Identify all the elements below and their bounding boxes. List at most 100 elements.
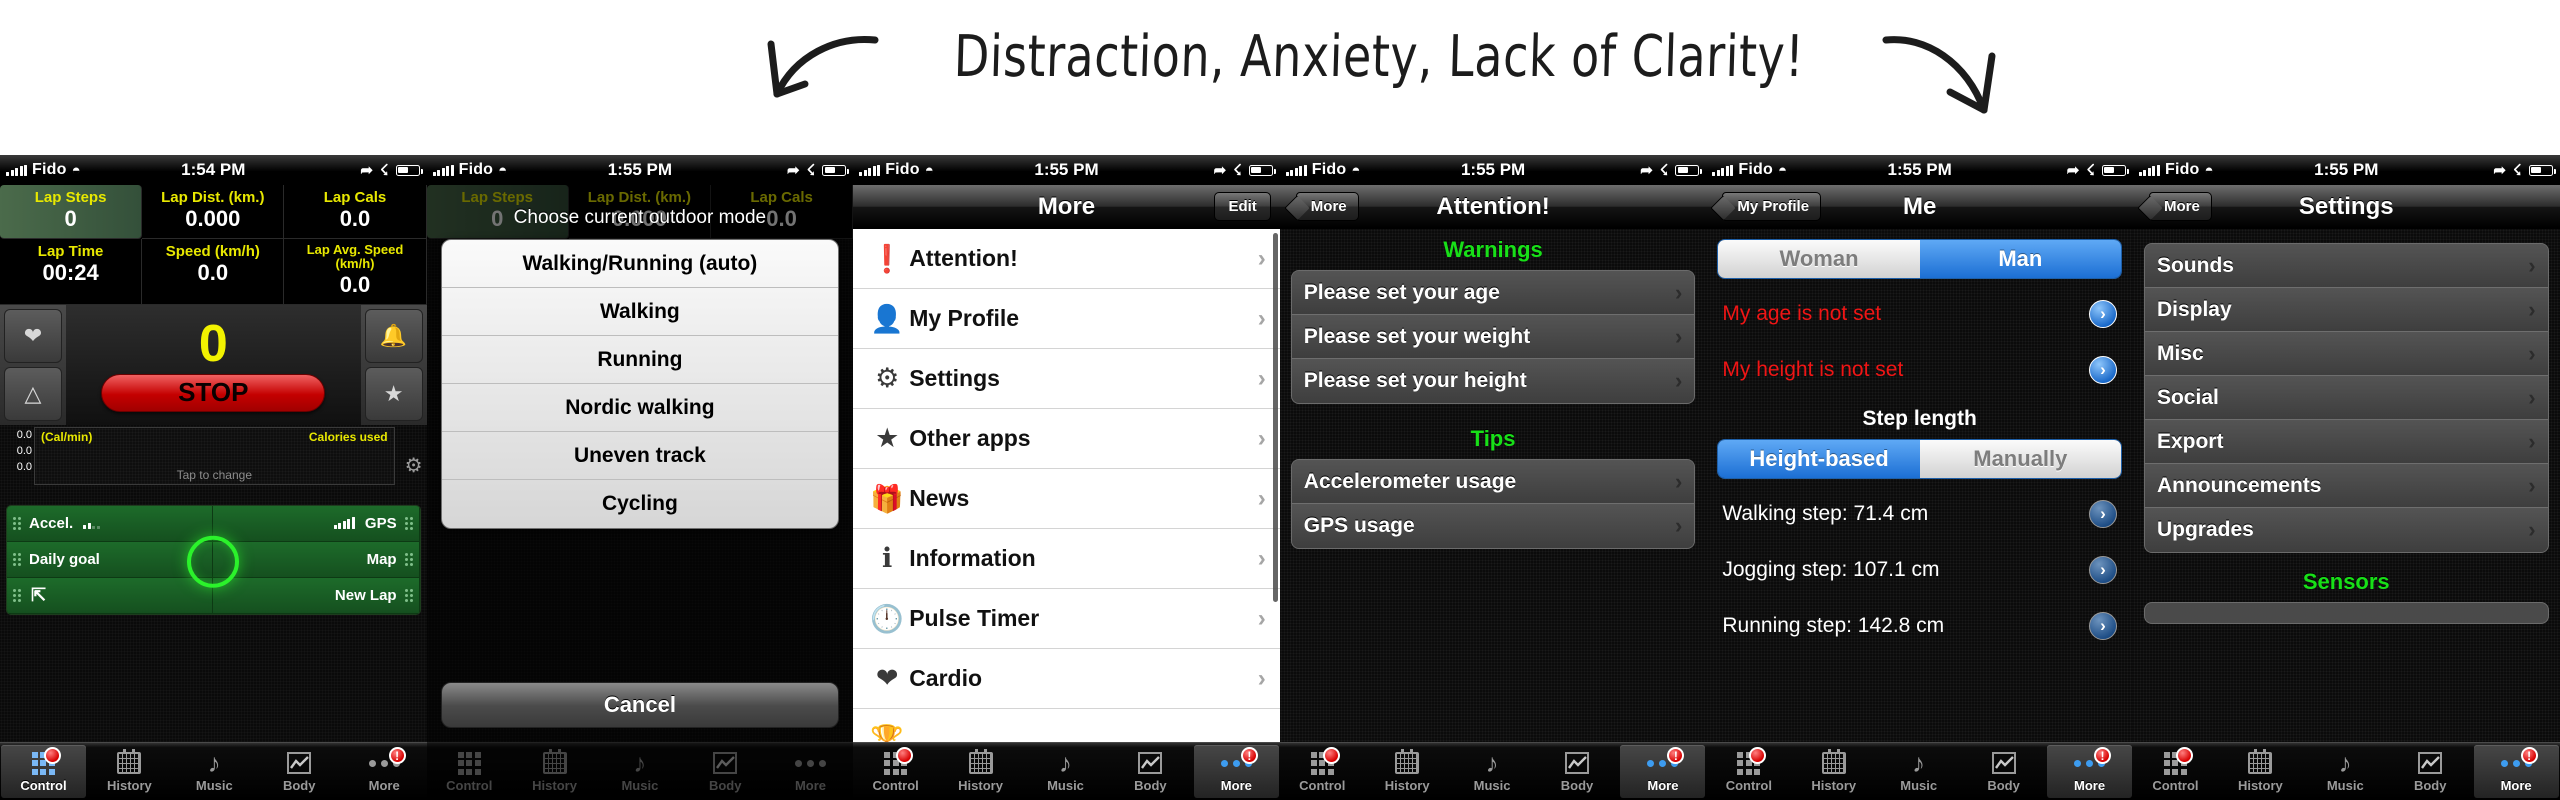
tab-more[interactable]: ! More: [1193, 745, 1279, 798]
tab-body[interactable]: Body: [257, 743, 342, 800]
list-item[interactable]: Accelerometer usage ›: [1291, 460, 1695, 504]
jogging-step-row[interactable]: Jogging step: 107.1 cm ›: [1706, 547, 2133, 593]
list-item[interactable]: GPS usage ›: [1291, 504, 1695, 548]
tab-more[interactable]: ! More: [1620, 745, 1706, 798]
list-item[interactable]: Social ›: [2144, 376, 2548, 420]
sheet-option[interactable]: Cycling: [442, 480, 839, 528]
list-item[interactable]: Please set your age ›: [1291, 271, 1695, 315]
tab-body[interactable]: Body: [1961, 743, 2046, 800]
gender-segmented-control[interactable]: Woman Man: [1717, 239, 2122, 279]
sheet-option[interactable]: Nordic walking: [441, 384, 839, 432]
list-item[interactable]: 🕛 Pulse Timer ›: [853, 589, 1280, 649]
bell-icon[interactable]: 🔔: [364, 308, 423, 363]
lap-cell[interactable]: Lap Avg. Speed (km/h) 0.0: [284, 238, 427, 305]
list-item[interactable]: ❤ Cardio ›: [853, 649, 1280, 709]
scrollbar[interactable]: [1272, 233, 1278, 603]
new-lap-cell[interactable]: New Lap: [213, 577, 420, 614]
calorie-chart-area[interactable]: 0.0 0.0 0.0 (Cal/min) Calories used Tap …: [0, 426, 427, 497]
list-item[interactable]: ❗ Attention! ›: [853, 229, 1280, 289]
tab-history[interactable]: History: [1365, 743, 1450, 800]
calorie-chart[interactable]: (Cal/min) Calories used Tap to change: [34, 426, 395, 485]
tab-music[interactable]: ♪ Music: [597, 743, 682, 800]
list-item[interactable]: ⚙ Settings ›: [853, 349, 1280, 409]
tab-more[interactable]: ! More: [2473, 745, 2559, 798]
lap-cell[interactable]: Lap Dist. (km.) 0.000: [142, 185, 285, 239]
tab-history[interactable]: History: [938, 743, 1023, 800]
back-button[interactable]: My Profile: [1722, 192, 1822, 221]
tab-body[interactable]: Body: [683, 743, 768, 800]
bell-star-icon[interactable]: ★: [364, 366, 423, 421]
tab-music[interactable]: ♪ Music: [1023, 743, 1108, 800]
list-item[interactable]: Sounds ›: [2144, 244, 2548, 288]
chevron-right-icon[interactable]: ›: [2088, 556, 2117, 584]
segment-woman[interactable]: Woman: [1718, 240, 1920, 278]
sheet-option[interactable]: Walking/Running (auto): [441, 240, 839, 288]
list-item[interactable]: ℹ Information ›: [853, 529, 1280, 589]
lap-cell[interactable]: Lap Steps 0: [0, 185, 143, 239]
tab-history[interactable]: History: [87, 743, 172, 800]
tab-control[interactable]: Control: [1280, 743, 1365, 800]
age-warning-row[interactable]: My age is not set ›: [1706, 291, 2133, 337]
gps-cell[interactable]: GPS: [213, 505, 420, 542]
heart-icon[interactable]: ❤: [4, 308, 62, 363]
list-item-label: Misc: [2156, 341, 2204, 365]
daily-goal-cell[interactable]: Daily goal: [7, 541, 214, 578]
height-warning-row[interactable]: My height is not set ›: [1706, 347, 2133, 393]
segment-man[interactable]: Man: [1919, 240, 2121, 278]
list-item-partial[interactable]: 🏆: [853, 709, 1280, 742]
tab-control[interactable]: Control: [1, 745, 86, 798]
tab-more[interactable]: ! More: [342, 743, 427, 800]
lap-cell[interactable]: Speed (km/h) 0.0: [142, 238, 285, 305]
accel-cell[interactable]: Accel.: [7, 505, 214, 542]
tab-control[interactable]: Control: [427, 743, 512, 800]
tab-music[interactable]: ♪ Music: [1876, 743, 1961, 800]
sheet-option[interactable]: Walking: [441, 288, 839, 336]
stop-button[interactable]: STOP: [101, 373, 326, 412]
tab-control[interactable]: Control: [2133, 743, 2218, 800]
tab-body[interactable]: Body: [1108, 743, 1193, 800]
map-cell[interactable]: Map: [213, 541, 420, 578]
back-button[interactable]: More: [2148, 192, 2212, 221]
edit-button[interactable]: Edit: [1214, 192, 1271, 221]
list-item[interactable]: Display ›: [2144, 288, 2548, 332]
tab-more[interactable]: More: [768, 743, 853, 800]
list-item[interactable]: Please set your height ›: [1291, 359, 1695, 403]
chevron-right-icon[interactable]: ›: [2088, 300, 2117, 328]
list-item[interactable]: 👤 My Profile ›: [853, 289, 1280, 349]
tab-body[interactable]: Body: [2388, 743, 2473, 800]
metronome-icon[interactable]: △: [4, 366, 62, 421]
tab-control[interactable]: Control: [1706, 743, 1791, 800]
list-item[interactable]: ★ Other apps ›: [853, 409, 1280, 469]
running-step-row[interactable]: Running step: 142.8 cm ›: [1706, 603, 2133, 649]
list-item[interactable]: Export ›: [2144, 420, 2548, 464]
gear-icon[interactable]: ⚙: [405, 453, 423, 478]
tab-history[interactable]: History: [512, 743, 597, 800]
tab-history[interactable]: History: [2218, 743, 2303, 800]
list-item[interactable]: Announcements ›: [2144, 464, 2548, 508]
step-length-segmented-control[interactable]: Height-based Manually: [1717, 439, 2122, 479]
tab-music[interactable]: ♪ Music: [1450, 743, 1535, 800]
tab-music[interactable]: ♪ Music: [172, 743, 257, 800]
chevron-right-icon[interactable]: ›: [2088, 356, 2117, 384]
tab-control[interactable]: Control: [853, 743, 938, 800]
list-item[interactable]: Misc ›: [2144, 332, 2548, 376]
list-item[interactable]: 🎁 News ›: [853, 469, 1280, 529]
lap-cell[interactable]: Lap Cals 0.0: [284, 185, 427, 239]
chevron-right-icon[interactable]: ›: [2088, 500, 2117, 528]
tab-history[interactable]: History: [1791, 743, 1876, 800]
tab-music[interactable]: ♪ Music: [2303, 743, 2388, 800]
chevron-right-icon[interactable]: ›: [2088, 612, 2117, 640]
cancel-button[interactable]: Cancel: [440, 682, 840, 728]
list-item[interactable]: Please set your weight ›: [1291, 315, 1695, 359]
segment-height-based[interactable]: Height-based: [1718, 440, 1920, 478]
list-item[interactable]: Upgrades ›: [2144, 508, 2548, 552]
sheet-option[interactable]: Running: [441, 336, 839, 384]
tab-body[interactable]: Body: [1535, 743, 1620, 800]
walking-step-row[interactable]: Walking step: 71.4 cm ›: [1706, 491, 2133, 537]
sheet-option[interactable]: Uneven track: [441, 432, 839, 480]
segment-manually[interactable]: Manually: [1919, 440, 2121, 478]
back-button[interactable]: More: [1295, 192, 1359, 221]
tab-more[interactable]: ! More: [2047, 745, 2132, 798]
share-cell[interactable]: ⇱: [7, 577, 214, 614]
lap-cell[interactable]: Lap Time 00:24: [0, 238, 143, 305]
